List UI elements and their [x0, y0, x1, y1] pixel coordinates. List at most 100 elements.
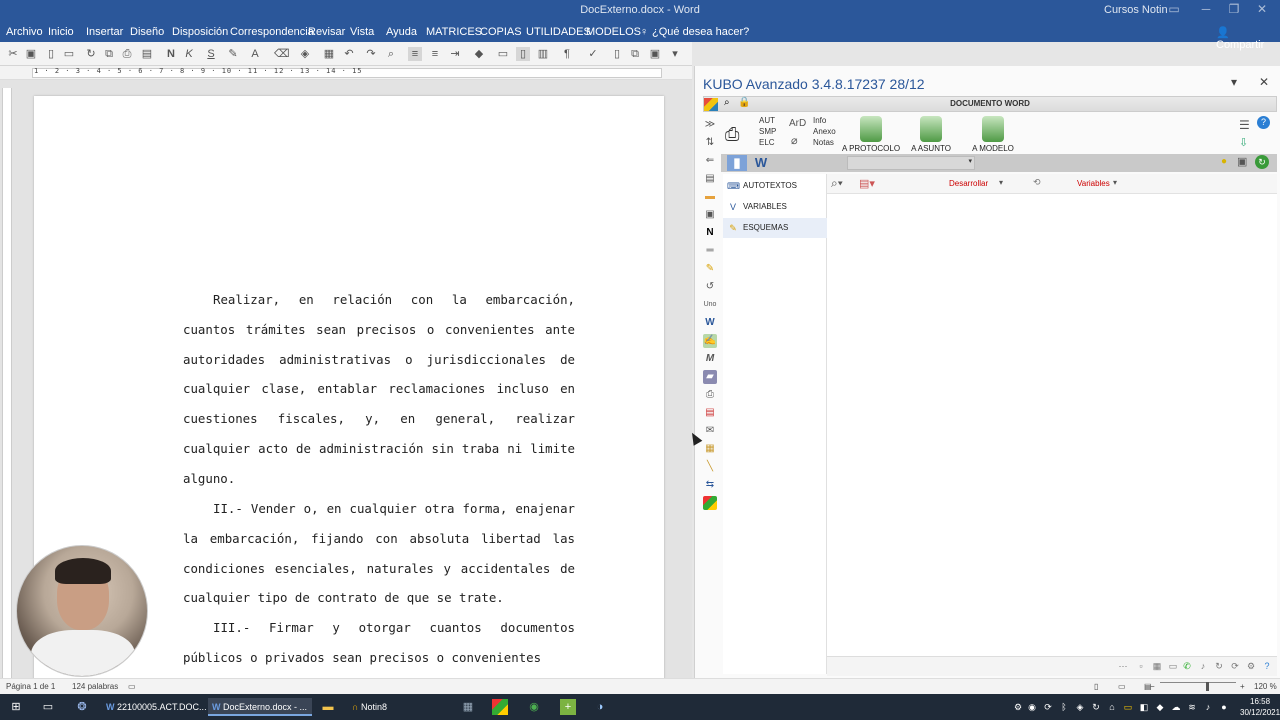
- zoom-slider-knob[interactable]: [1206, 682, 1209, 691]
- align-center-icon[interactable]: ≡: [428, 47, 442, 61]
- folder-orange-icon[interactable]: ▬: [703, 190, 717, 204]
- printer-side-icon[interactable]: ⎙: [703, 388, 717, 402]
- paperclip-icon[interactable]: ⌀: [791, 134, 798, 147]
- footer-icon-4[interactable]: ▭: [1167, 660, 1179, 672]
- align-left-icon[interactable]: ≡: [408, 47, 422, 61]
- list-item-variables[interactable]: V VARIABLES: [723, 197, 827, 217]
- tray-bluetooth-icon[interactable]: ᛒ: [1056, 699, 1072, 715]
- browser-icon[interactable]: ◑: [592, 699, 608, 715]
- save-icon[interactable]: ▣: [24, 47, 38, 61]
- tab-ayuda[interactable]: Ayuda: [386, 26, 417, 38]
- footer-icon-3[interactable]: ▦: [1151, 660, 1163, 672]
- copy-doc-icon[interactable]: ⧉: [628, 47, 642, 61]
- tray-wifi-icon[interactable]: ≋: [1184, 699, 1200, 715]
- refresh-icon[interactable]: ↻: [84, 47, 98, 61]
- tab-insertar[interactable]: Insertar: [86, 26, 123, 38]
- paste-icon[interactable]: ▦: [322, 47, 336, 61]
- windows-start-icon[interactable]: ⊞: [8, 699, 24, 715]
- tray-keyboard-icon[interactable]: ▭: [1120, 699, 1136, 715]
- restore-icon[interactable]: ❐: [1226, 2, 1242, 16]
- page-count[interactable]: Página 1 de 1: [6, 682, 55, 691]
- anexo-label[interactable]: Anexo: [813, 127, 836, 136]
- tab-archivo[interactable]: Archivo: [6, 26, 43, 38]
- zoom-out-icon[interactable]: −: [1150, 682, 1155, 691]
- new-icon[interactable]: ▯: [44, 47, 58, 61]
- word-icon[interactable]: W: [703, 316, 717, 330]
- cut-icon[interactable]: ✂: [6, 47, 20, 61]
- tray-chrome-icon[interactable]: ◉: [1024, 699, 1040, 715]
- pencil-icon[interactable]: ✎: [703, 262, 717, 276]
- elc-label[interactable]: ELC: [759, 138, 775, 147]
- open-icon[interactable]: ▭: [62, 47, 76, 61]
- tab-copias[interactable]: COPIAS: [480, 26, 522, 38]
- a-asunto-button[interactable]: A ASUNTO: [901, 116, 961, 154]
- highlight-icon[interactable]: ✎: [226, 47, 240, 61]
- zoom-level[interactable]: 120 %: [1254, 682, 1277, 691]
- tray-onedrive-icon[interactable]: ☁: [1168, 699, 1184, 715]
- desarrollar-button[interactable]: Desarrollar: [949, 179, 988, 188]
- colorful-x-icon[interactable]: [703, 496, 717, 510]
- font-size-icon[interactable]: A: [248, 47, 262, 61]
- stamp-icon[interactable]: ▰: [703, 370, 717, 384]
- columns-icon[interactable]: ▥: [536, 47, 550, 61]
- proofing-icon[interactable]: ▭: [128, 682, 136, 691]
- floppy-icon[interactable]: ▣: [703, 208, 717, 222]
- phone-icon[interactable]: ✆: [1181, 660, 1193, 672]
- tray-volume-icon[interactable]: ♪: [1200, 699, 1216, 715]
- desarrollar-dropdown-icon[interactable]: ▾: [999, 178, 1003, 187]
- uno-icon[interactable]: Uno: [703, 298, 717, 312]
- footer-icon-2[interactable]: ▫: [1135, 660, 1147, 672]
- tray-shield-icon[interactable]: ◈: [1072, 699, 1088, 715]
- refresh-green-icon[interactable]: ↻: [1255, 155, 1269, 169]
- word-count[interactable]: 124 palabras: [72, 682, 118, 691]
- clipboard-icon[interactable]: ▦: [703, 442, 717, 456]
- help-icon[interactable]: ?: [1257, 116, 1270, 129]
- customize-icon[interactable]: ▾: [668, 47, 682, 61]
- calculator-icon[interactable]: ▦: [460, 699, 476, 715]
- disk-icon[interactable]: ▣: [648, 47, 662, 61]
- list-item-esquemas[interactable]: ✎ ESQUEMAS: [723, 218, 827, 238]
- account-name[interactable]: Cursos Notin: [1104, 4, 1168, 16]
- paragraph-2[interactable]: II.- Vender o, en cualquier otra forma, …: [183, 494, 575, 613]
- eraser-icon[interactable]: ◆: [472, 47, 486, 61]
- a-protocolo-button[interactable]: A PROTOCOLO: [841, 116, 901, 154]
- document-icon[interactable]: ▤: [703, 172, 717, 186]
- transfer-icon[interactable]: ⇆: [703, 478, 717, 492]
- refresh-footer-icon[interactable]: ↻: [1213, 660, 1225, 672]
- tab-disposicion[interactable]: Disposición: [172, 26, 228, 38]
- pdf-icon[interactable]: ▤: [703, 406, 717, 420]
- settings-icon[interactable]: ⚙: [1245, 660, 1257, 672]
- find-icon[interactable]: ⌕: [384, 47, 398, 61]
- footer-icon-1[interactable]: ⋯: [1117, 660, 1129, 672]
- tab-revisar[interactable]: Revisar: [308, 26, 345, 38]
- print-icon[interactable]: ⎙: [120, 47, 134, 61]
- tab-correspondencia[interactable]: Correspondencia: [230, 26, 314, 38]
- clear-format-icon[interactable]: ⌫: [274, 47, 290, 61]
- plus-app-icon[interactable]: +: [560, 699, 576, 715]
- tray-mic-icon[interactable]: ●: [1216, 699, 1232, 715]
- zoom-in-icon[interactable]: +: [1240, 682, 1245, 691]
- info-label[interactable]: Info: [813, 116, 826, 125]
- export-icon[interactable]: ⇩: [1239, 136, 1248, 149]
- list-icon[interactable]: ☰: [1239, 118, 1250, 132]
- variables-dropdown[interactable]: Variables: [1077, 179, 1110, 188]
- calendar-icon[interactable]: ▤▾: [859, 177, 875, 190]
- equals-icon[interactable]: ═: [703, 244, 717, 258]
- tray-network-icon[interactable]: ⌂: [1104, 699, 1120, 715]
- word-tab-icon[interactable]: W: [751, 155, 771, 171]
- expand-icon[interactable]: ≫: [703, 118, 717, 132]
- book-tab-icon[interactable]: ▮: [727, 155, 747, 171]
- undo-icon[interactable]: ↶: [342, 47, 356, 61]
- zoom-search-icon[interactable]: ⌕▾: [831, 176, 843, 191]
- kubo-dropdown[interactable]: ▾: [847, 156, 975, 170]
- tab-modelos[interactable]: MODELOS: [586, 26, 641, 38]
- read-mode-icon[interactable]: ▯: [1094, 682, 1098, 691]
- close-icon[interactable]: ✕: [1254, 2, 1270, 16]
- settings-app-icon[interactable]: ❂: [74, 699, 90, 715]
- bulb-icon[interactable]: ●: [1221, 156, 1227, 167]
- brush-icon[interactable]: ╲: [703, 460, 717, 474]
- taskbar-item-docexterno[interactable]: W DocExterno.docx - ...: [208, 698, 312, 716]
- m-icon[interactable]: M: [703, 352, 717, 366]
- ard-icon[interactable]: ArD: [789, 118, 806, 129]
- pane-options-icon[interactable]: ▾: [1231, 75, 1237, 89]
